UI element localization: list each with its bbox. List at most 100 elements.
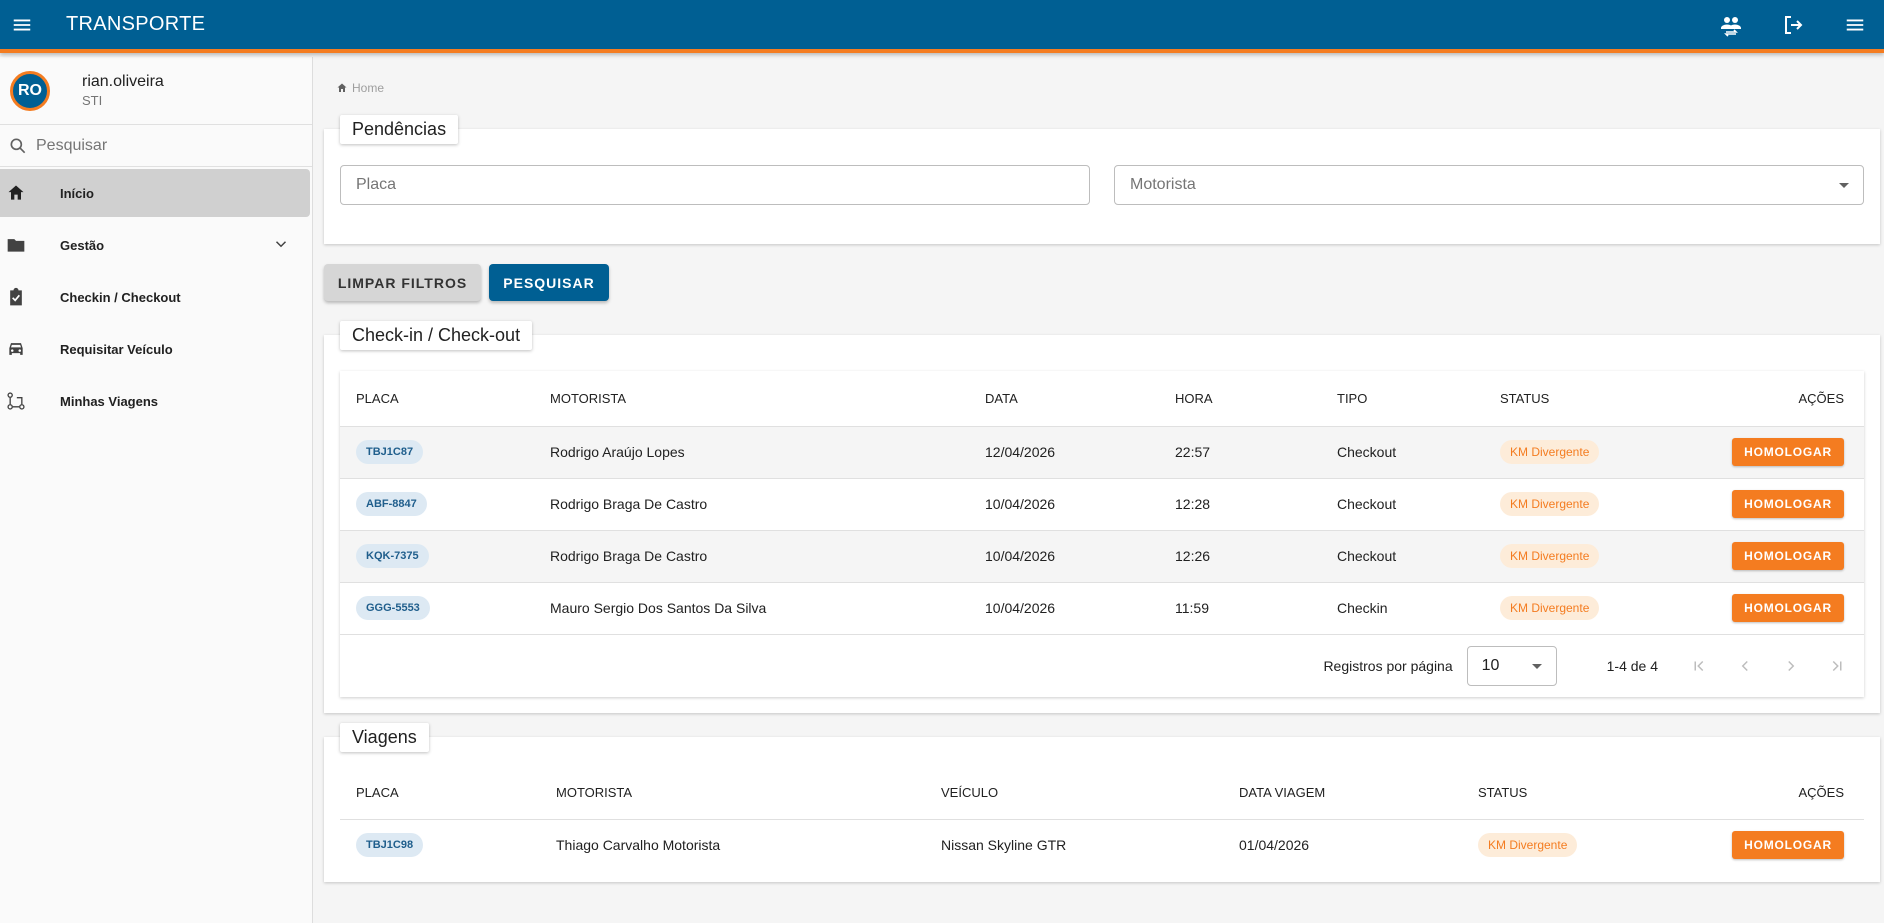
col-hora: HORA xyxy=(1159,371,1321,427)
search-button[interactable]: PESQUISAR xyxy=(489,264,609,301)
cell-veiculo: Nissan Skyline GTR xyxy=(941,837,1067,854)
cell-tipo: Checkout xyxy=(1321,426,1484,479)
status-badge: KM Divergente xyxy=(1500,440,1600,464)
top-app-bar: TRANSPORTE xyxy=(0,0,1884,53)
sidebar-item-label: Minhas Viagens xyxy=(60,393,159,409)
plate-chip[interactable]: TBJ1C98 xyxy=(356,833,424,858)
col-placa: PLACA xyxy=(340,371,534,427)
cell-motorista: Thiago Carvalho Motorista xyxy=(556,837,721,854)
page-size-value: 10 xyxy=(1481,656,1500,674)
avatar[interactable]: RO xyxy=(10,70,50,111)
cell-tipo: Checkout xyxy=(1321,530,1484,583)
first-page-icon[interactable] xyxy=(1676,657,1722,675)
folder-icon xyxy=(0,235,32,255)
viagens-table-wrap: PLACA MOTORISTA VEÍCULO DATA VIAGEM STAT… xyxy=(340,767,1864,871)
sidebar-item-label: Requisitar Veículo xyxy=(60,341,173,357)
viagens-table: PLACA MOTORISTA VEÍCULO DATA VIAGEM STAT… xyxy=(340,767,1864,871)
sidebar: RO rian.oliveira STI Início Gestão Check… xyxy=(0,57,313,923)
sidebar-item-label: Gestão xyxy=(60,237,105,253)
last-page-icon[interactable] xyxy=(1814,657,1860,675)
cell-tipo: Checkin xyxy=(1321,582,1484,635)
prev-page-icon[interactable] xyxy=(1722,657,1768,675)
pendencias-card: Pendências Placa Motorista xyxy=(324,115,1880,244)
plate-chip[interactable]: TBJ1C87 xyxy=(356,440,424,464)
clipboard-check-icon xyxy=(0,287,32,307)
homologar-button[interactable]: HOMOLOGAR xyxy=(1732,831,1844,860)
table-row: KQK-7375 Rodrigo Braga De Castro 10/04/2… xyxy=(340,530,1864,583)
table-row: TBJ1C87 Rodrigo Araújo Lopes 12/04/2026 … xyxy=(340,426,1864,479)
user-name: rian.oliveira xyxy=(82,73,164,90)
table-header-row: PLACA MOTORISTA VEÍCULO DATA VIAGEM STAT… xyxy=(340,767,1864,820)
chevron-down-icon[interactable] xyxy=(272,235,290,256)
sidebar-item-inicio[interactable]: Início xyxy=(0,169,310,217)
user-profile: RO rian.oliveira STI xyxy=(0,57,312,125)
plate-chip[interactable]: KQK-7375 xyxy=(356,544,429,568)
logout-icon[interactable] xyxy=(1768,3,1818,47)
home-icon xyxy=(337,83,347,92)
cell-data: 10/04/2026 xyxy=(969,478,1159,531)
cell-data: 10/04/2026 xyxy=(969,582,1159,635)
cell-motorista: Mauro Sergio Dos Santos Da Silva xyxy=(534,582,969,635)
home-icon xyxy=(0,183,32,203)
homologar-button[interactable]: HOMOLOGAR xyxy=(1732,594,1844,622)
cell-hora: 12:28 xyxy=(1159,478,1321,531)
table-row: TBJ1C98 Thiago Carvalho Motorista Nissan… xyxy=(340,819,1864,871)
placa-placeholder: Placa xyxy=(356,176,397,193)
cell-hora: 12:26 xyxy=(1159,530,1321,583)
search-icon xyxy=(10,138,26,153)
page-range: 1-4 de 4 xyxy=(1606,657,1658,674)
sidebar-item-viagens[interactable]: Minhas Viagens xyxy=(0,377,310,425)
col-veiculo: VEÍCULO xyxy=(925,767,1223,820)
motorista-select[interactable]: Motorista xyxy=(1114,165,1864,205)
cell-data-viagem: 01/04/2026 xyxy=(1239,837,1310,854)
sidebar-item-gestao[interactable]: Gestão xyxy=(0,221,310,269)
page-size-select[interactable]: 10 xyxy=(1466,645,1557,686)
clear-filters-button[interactable]: LIMPAR FILTROS xyxy=(324,264,481,301)
col-placa: PLACA xyxy=(340,767,540,820)
cell-motorista: Rodrigo Braga De Castro xyxy=(534,530,969,583)
more-menu-icon[interactable] xyxy=(1830,3,1880,47)
table-row: ABF-8847 Rodrigo Braga De Castro 10/04/2… xyxy=(340,478,1864,531)
chevron-down-icon xyxy=(1839,183,1849,188)
menu-icon[interactable] xyxy=(0,3,44,47)
viagens-card: Viagens PLACA MOTORISTA VEÍCULO DATA VIA… xyxy=(324,723,1880,882)
breadcrumb-home[interactable]: Home xyxy=(352,81,384,95)
cell-hora: 11:59 xyxy=(1159,582,1321,635)
main-content: Home Pendências Placa Motorista LIMPAR F… xyxy=(314,57,1884,923)
sidebar-search xyxy=(0,125,312,167)
sidebar-item-checkin[interactable]: Checkin / Checkout xyxy=(0,273,310,321)
breadcrumb: Home xyxy=(336,81,384,95)
col-data: DATA xyxy=(969,371,1159,427)
status-badge: KM Divergente xyxy=(1478,833,1578,858)
user-dept: STI xyxy=(82,93,103,108)
sidebar-item-requisitar[interactable]: Requisitar Veículo xyxy=(0,325,310,373)
col-status: STATUS xyxy=(1462,767,1639,820)
sidebar-item-label: Início xyxy=(60,185,94,201)
cell-motorista: Rodrigo Braga De Castro xyxy=(534,478,969,531)
cell-hora: 22:57 xyxy=(1159,426,1321,479)
status-badge: KM Divergente xyxy=(1500,596,1600,620)
motorista-placeholder: Motorista xyxy=(1130,176,1196,193)
plate-chip[interactable]: ABF-8847 xyxy=(356,492,427,516)
homologar-button[interactable]: HOMOLOGAR xyxy=(1732,490,1844,518)
page-size-label: Registros por página xyxy=(1323,657,1453,674)
cell-tipo: Checkout xyxy=(1321,478,1484,531)
viagens-title: Viagens xyxy=(340,723,429,752)
swap-users-icon[interactable] xyxy=(1706,3,1756,47)
chevron-down-icon xyxy=(1531,663,1542,669)
homologar-button[interactable]: HOMOLOGAR xyxy=(1732,438,1844,466)
placa-field[interactable]: Placa xyxy=(340,165,1090,205)
col-acoes: AÇÕES xyxy=(1638,767,1864,820)
status-badge: KM Divergente xyxy=(1500,492,1600,516)
status-badge: KM Divergente xyxy=(1500,544,1600,568)
checkin-card: Check-in / Check-out PLACA MOTORISTA DAT… xyxy=(324,321,1880,713)
sidebar-search-input[interactable] xyxy=(36,136,296,155)
next-page-icon[interactable] xyxy=(1768,657,1814,675)
pendencias-title: Pendências xyxy=(340,115,459,144)
sidebar-item-label: Checkin / Checkout xyxy=(60,289,181,305)
homologar-button[interactable]: HOMOLOGAR xyxy=(1732,542,1844,570)
col-acoes: AÇÕES xyxy=(1650,371,1864,427)
paginator: Registros por página 10 1-4 de 4 xyxy=(340,635,1864,697)
route-icon xyxy=(0,391,32,411)
plate-chip[interactable]: GGG-5553 xyxy=(356,596,430,620)
